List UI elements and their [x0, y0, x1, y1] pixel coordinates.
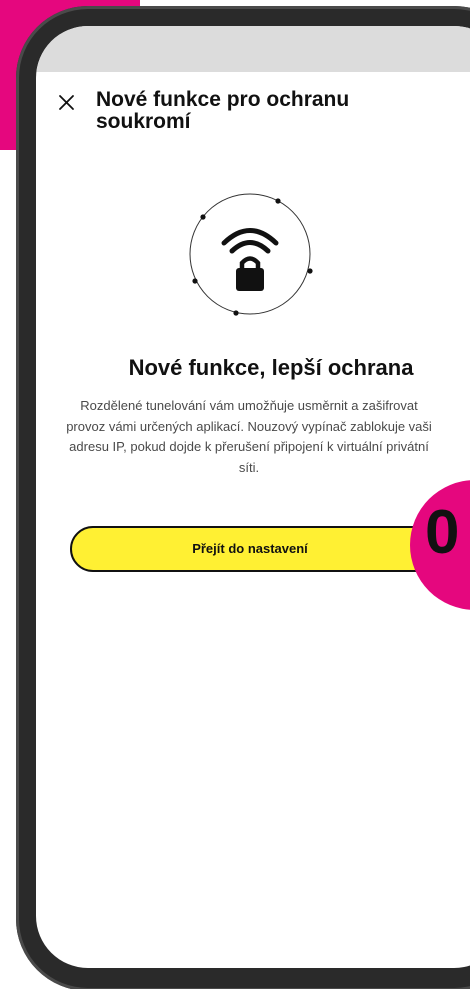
hero-illustration: [184, 188, 316, 320]
screenshot-stage: Nové funkce pro ochranu soukromí Nové fu…: [0, 0, 470, 989]
close-button[interactable]: [56, 92, 78, 114]
content-heading: Nové funkce, lepší ochrana: [128, 355, 414, 380]
close-icon: [59, 95, 74, 110]
dialog-title: Nové funkce pro ochranu soukromí: [96, 88, 350, 133]
phone-screen: Nové funkce pro ochranu soukromí Nové fu…: [36, 26, 470, 968]
wifi-lock-icon: [189, 193, 313, 316]
go-to-settings-label: Přejít do nastavení: [192, 541, 308, 556]
step-badge-number: 0: [425, 498, 460, 567]
content-description: Rozdělené tunelování vám umožňuje usměrn…: [66, 398, 432, 475]
status-bar: [36, 26, 470, 72]
